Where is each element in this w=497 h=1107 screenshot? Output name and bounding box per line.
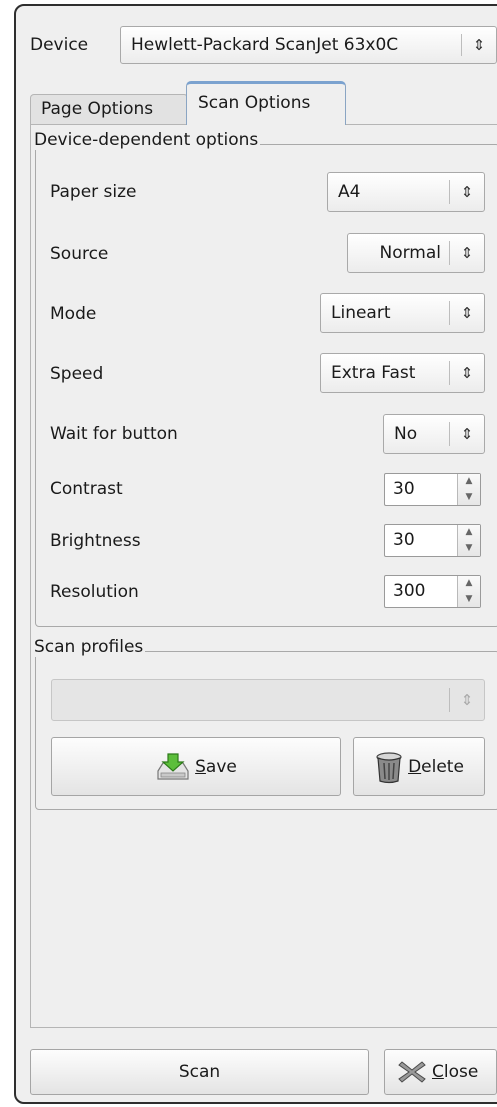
brightness-label: Brightness [50, 531, 141, 551]
updown-arrows-icon: ⇕ [460, 304, 474, 322]
updown-arrows-icon: ⇕ [460, 183, 474, 201]
contrast-value[interactable]: 30 [385, 474, 457, 505]
speed-label: Speed [50, 364, 104, 384]
delete-label: Delete [408, 757, 464, 777]
paper-size-select[interactable]: A4 ⇕ [327, 172, 485, 212]
close-mnemonic: C [432, 1062, 444, 1082]
tab-scan-options[interactable]: Scan Options [186, 81, 346, 125]
close-label-rest: lose [443, 1062, 479, 1082]
brightness-spinbox[interactable]: 30 ▲ ▼ [384, 524, 481, 557]
delete-mnemonic: D [408, 756, 422, 777]
resolution-value[interactable]: 300 [385, 576, 457, 607]
scan-profiles-title: Scan profiles [32, 637, 146, 657]
spin-down-icon[interactable]: ▼ [458, 541, 480, 557]
resolution-label: Resolution [50, 582, 139, 602]
trash-can-icon [376, 751, 402, 783]
delete-label-rest: elete [421, 756, 464, 777]
save-label: Save [195, 757, 237, 777]
wait-for-button-value: No [394, 424, 418, 444]
spin-up-icon[interactable]: ▲ [458, 525, 480, 541]
spin-up-icon[interactable]: ▲ [458, 576, 480, 592]
tab-page-options[interactable]: Page Options [30, 94, 188, 124]
brightness-value[interactable]: 30 [385, 525, 457, 556]
device-options-title: Device-dependent options [32, 130, 261, 150]
paper-size-label: Paper size [50, 182, 137, 202]
paper-size-value: A4 [338, 182, 361, 202]
scan-label: Scan [178, 1062, 221, 1082]
spin-down-icon[interactable]: ▼ [458, 490, 480, 506]
source-label: Source [50, 244, 109, 264]
mode-select[interactable]: Lineart ⇕ [320, 293, 485, 333]
close-x-icon [398, 1061, 426, 1083]
save-mnemonic: S [195, 756, 206, 777]
contrast-label: Contrast [50, 479, 123, 499]
mode-label: Mode [50, 304, 97, 324]
close-button[interactable]: Close [384, 1049, 497, 1095]
updown-arrows-icon: ⇕ [460, 244, 474, 262]
mode-value: Lineart [331, 303, 391, 323]
wait-for-button-select[interactable]: No ⇕ [383, 414, 485, 454]
wait-for-button-label: Wait for button [50, 424, 178, 444]
spin-up-icon[interactable]: ▲ [458, 474, 480, 490]
contrast-spinbox[interactable]: 30 ▲ ▼ [384, 473, 481, 506]
updown-arrows-icon: ⇕ [460, 425, 474, 443]
device-select[interactable]: Hewlett-Packard ScanJet 63x0C ⇕ [120, 26, 497, 64]
device-label: Device [30, 35, 89, 55]
spin-down-icon[interactable]: ▼ [458, 592, 480, 608]
save-label-rest: ave [205, 756, 237, 777]
updown-arrows-icon: ⇕ [460, 364, 474, 382]
speed-select[interactable]: Extra Fast ⇕ [320, 353, 485, 393]
close-label: Close [432, 1062, 478, 1082]
device-select-value: Hewlett-Packard ScanJet 63x0C [131, 35, 399, 55]
save-disk-icon [157, 752, 189, 780]
source-value: Normal [379, 243, 441, 263]
source-select[interactable]: Normal ⇕ [347, 233, 485, 273]
delete-button[interactable]: Delete [353, 737, 485, 796]
scan-button[interactable]: Scan [30, 1049, 369, 1095]
profile-select[interactable]: ⇕ [51, 679, 485, 721]
updown-arrows-icon: ⇕ [472, 36, 486, 54]
updown-arrows-icon: ⇕ [460, 691, 474, 709]
speed-value: Extra Fast [331, 363, 416, 383]
save-button[interactable]: Save [51, 737, 341, 796]
resolution-spinbox[interactable]: 300 ▲ ▼ [384, 575, 481, 608]
